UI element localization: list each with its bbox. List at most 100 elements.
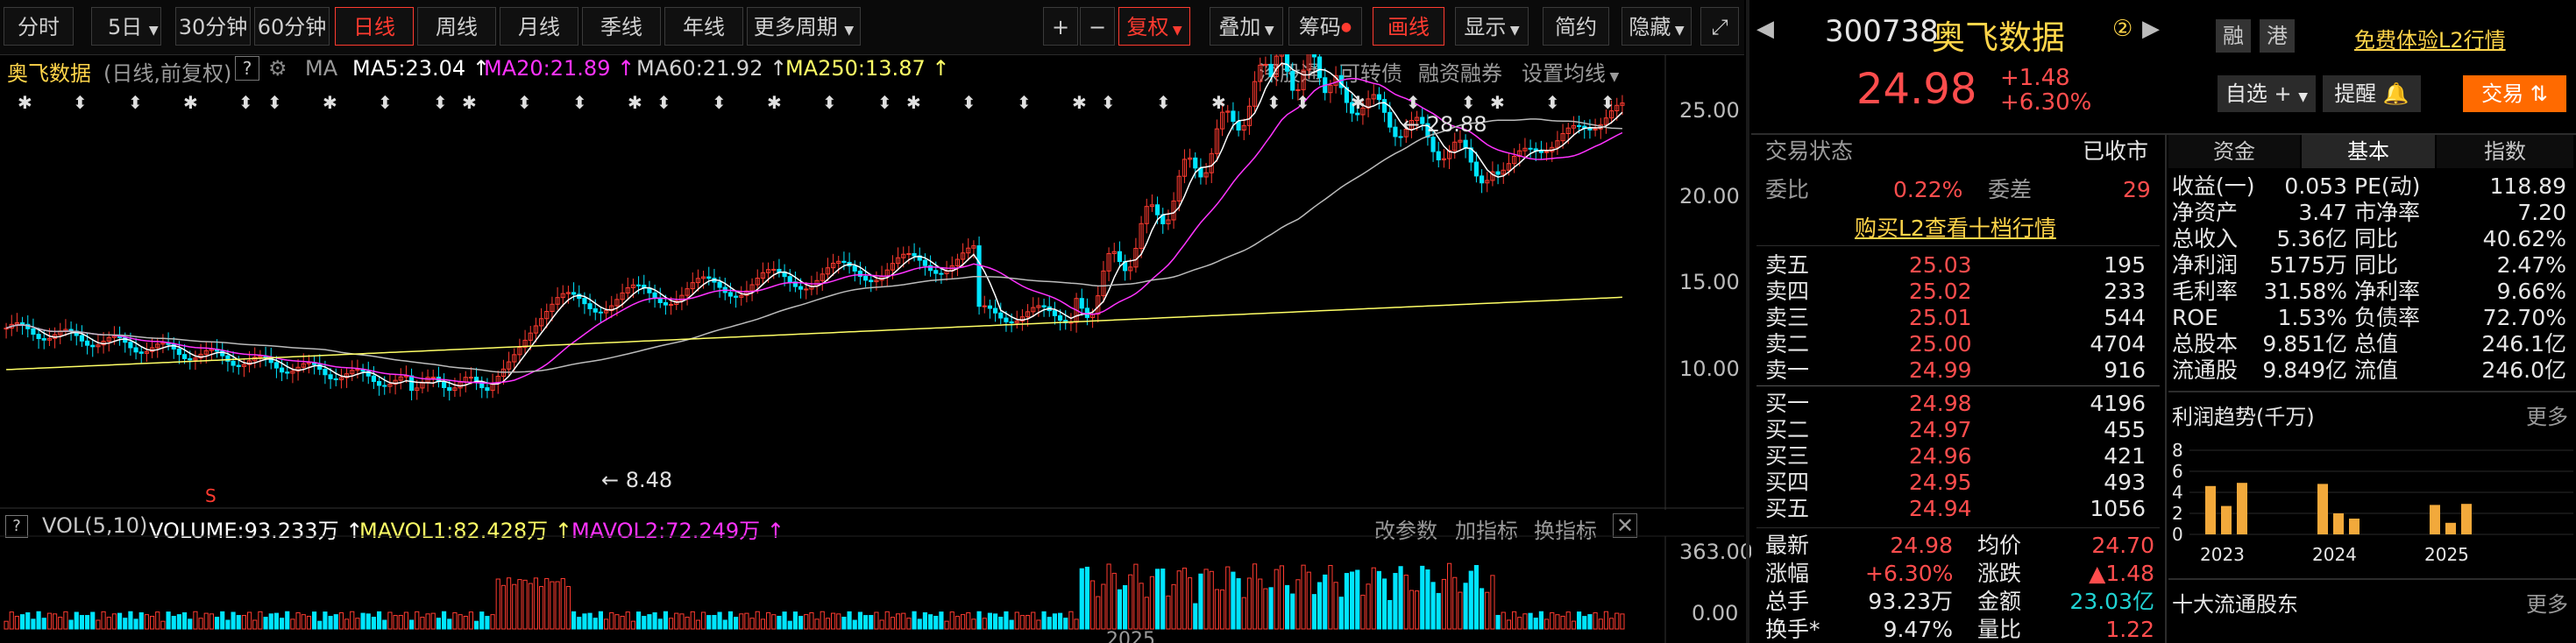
volume-bar — [231, 611, 236, 630]
volume-bar — [1176, 570, 1182, 630]
zoom-out-button[interactable]: − — [1080, 7, 1115, 46]
volume-bar — [1441, 578, 1447, 630]
tab-zijin[interactable]: 资金 — [2168, 135, 2300, 168]
fullscreen-icon[interactable]: ⤢ — [1700, 7, 1739, 46]
volume-bar — [1111, 572, 1117, 630]
event-marker-icon: ✱ — [1211, 92, 1226, 113]
ask-label: 卖三 — [1765, 305, 1810, 330]
volume-bar — [1344, 573, 1350, 630]
tab-60min[interactable]: 60分钟 — [254, 7, 330, 46]
volume-bar — [25, 611, 31, 630]
low-value: 8.48 — [625, 468, 673, 492]
volume-bar — [804, 614, 809, 630]
volume-bar — [1306, 571, 1311, 630]
tab-weekly[interactable]: 周线 — [417, 7, 496, 46]
l2-trial-link[interactable]: 免费体验L2行情 — [2354, 23, 2506, 53]
more-periods-dropdown[interactable]: 更多周期 ▼ — [747, 7, 861, 46]
volume-bar — [387, 611, 393, 630]
chouma-button[interactable]: 筹码● — [1288, 7, 1362, 46]
zoom-in-button[interactable]: + — [1043, 7, 1078, 46]
next-stock-icon[interactable]: ▶ — [2142, 16, 2160, 42]
volume-bar — [333, 614, 338, 630]
rong-tag[interactable]: 融 — [2216, 19, 2251, 53]
bid-label: 买一 — [1765, 391, 1810, 416]
tab-jiben[interactable]: 基本 — [2302, 135, 2435, 168]
candle-body — [1268, 63, 1274, 77]
candle-body — [777, 268, 782, 272]
volume-bar — [166, 611, 171, 630]
volume-bar — [1166, 595, 1171, 630]
yincang-label: 隐藏 — [1629, 15, 1671, 39]
add-watchlist-button[interactable]: 自选 + ▼ — [2218, 75, 2316, 112]
summary-value: 24.70 — [2091, 533, 2154, 558]
xianshi-dropdown[interactable]: 显示 ▼ — [1455, 7, 1529, 46]
fund-value: 9.66% — [2496, 279, 2566, 304]
level-badge: ② — [2112, 16, 2133, 42]
volume-bar — [485, 616, 490, 630]
volume-bar — [1220, 589, 1225, 630]
volume-bar — [1231, 571, 1236, 630]
volume-bar — [1193, 603, 1198, 630]
huaxian-button[interactable]: 画线 — [1373, 7, 1444, 46]
candle-body — [1041, 305, 1047, 307]
volume-bar — [371, 617, 377, 630]
diejia-dropdown[interactable]: 叠加 ▼ — [1210, 7, 1283, 46]
jianyue-button[interactable]: 简约 — [1543, 7, 1609, 46]
volume-bar — [620, 615, 625, 630]
volume-bar — [717, 611, 722, 630]
kline-chart[interactable]: 奥飞数据 (日线,前复权) ? ⚙ MA MA5:23.04 ↑ MA20:21… — [0, 54, 1744, 510]
prev-stock-icon[interactable]: ◀ — [1756, 16, 1774, 42]
tab-monthly[interactable]: 月线 — [500, 7, 578, 46]
period-toolbar: 分时 5日 ▼ 30分钟 60分钟 日线 周线 月线 季线 年线 更多周期 ▼ … — [0, 0, 1744, 55]
candle-body — [669, 303, 674, 306]
volume-bar — [474, 620, 479, 630]
tab-30min[interactable]: 30分钟 — [175, 7, 251, 46]
volume-bar — [1565, 611, 1571, 630]
volume-bar — [198, 618, 203, 630]
tab-zhishu[interactable]: 指数 — [2437, 135, 2573, 168]
gang-tag[interactable]: 港 — [2260, 19, 2295, 53]
volume-chart[interactable]: ? VOL(5,10) VOLUME:93.233万 ↑ MAVOL1:82.4… — [0, 510, 1753, 643]
volume-bar — [1084, 566, 1090, 630]
summary-label: 换手* — [1765, 617, 1820, 642]
tab-quarterly[interactable]: 季线 — [582, 7, 661, 46]
buy-l2-link[interactable]: 购买L2查看十档行情 — [1855, 216, 2056, 242]
candle-body — [1290, 70, 1295, 91]
volume-bar — [1074, 618, 1079, 630]
tab-5day[interactable]: 5日 ▼ — [91, 7, 161, 46]
bid-label: 买三 — [1765, 443, 1810, 469]
volume-bar — [1533, 618, 1538, 630]
volume-bar — [1198, 573, 1203, 630]
trade-button[interactable]: 交易 ⇅ — [2463, 75, 2566, 112]
event-marker-icon: ⬍ — [572, 92, 587, 113]
tab-fenshi[interactable]: 分时 — [4, 7, 74, 46]
volume-bar — [912, 611, 917, 630]
summary-label: 均价 — [1977, 533, 2022, 558]
holders-more-link[interactable]: 更多 — [2526, 587, 2568, 618]
volume-bar — [577, 617, 582, 630]
candle-body — [85, 340, 90, 346]
volume-bar — [225, 619, 231, 630]
chevron-down-icon: ▼ — [2298, 90, 2309, 104]
candle-body — [1430, 137, 1436, 152]
tab-yearly[interactable]: 年线 — [664, 7, 743, 46]
alert-button[interactable]: 提醒 🔔 — [2323, 75, 2421, 112]
yincang-dropdown[interactable]: 隐藏 ▼ — [1622, 7, 1692, 46]
volume-bar — [241, 615, 247, 630]
volume-bar — [1004, 611, 1009, 630]
volume-bar — [479, 611, 485, 630]
summary-value: +6.30% — [1865, 561, 1954, 586]
profit-more-link[interactable]: 更多 — [2526, 399, 2568, 430]
red-dot-icon: ● — [1340, 20, 1352, 34]
tab-daily[interactable]: 日线 — [335, 7, 414, 46]
candle-body — [1193, 157, 1198, 169]
candle-body — [323, 369, 328, 376]
fuquan-dropdown[interactable]: 复权 ▼ — [1118, 7, 1190, 46]
high-annotation: ← 28.88 — [1402, 112, 1487, 137]
fund-value: 1.53% — [2277, 305, 2347, 330]
candle-body — [1393, 126, 1398, 138]
volume-bar — [949, 611, 954, 630]
candle-body — [717, 281, 722, 288]
candle-body — [1317, 56, 1323, 79]
volume-bar — [787, 620, 792, 630]
